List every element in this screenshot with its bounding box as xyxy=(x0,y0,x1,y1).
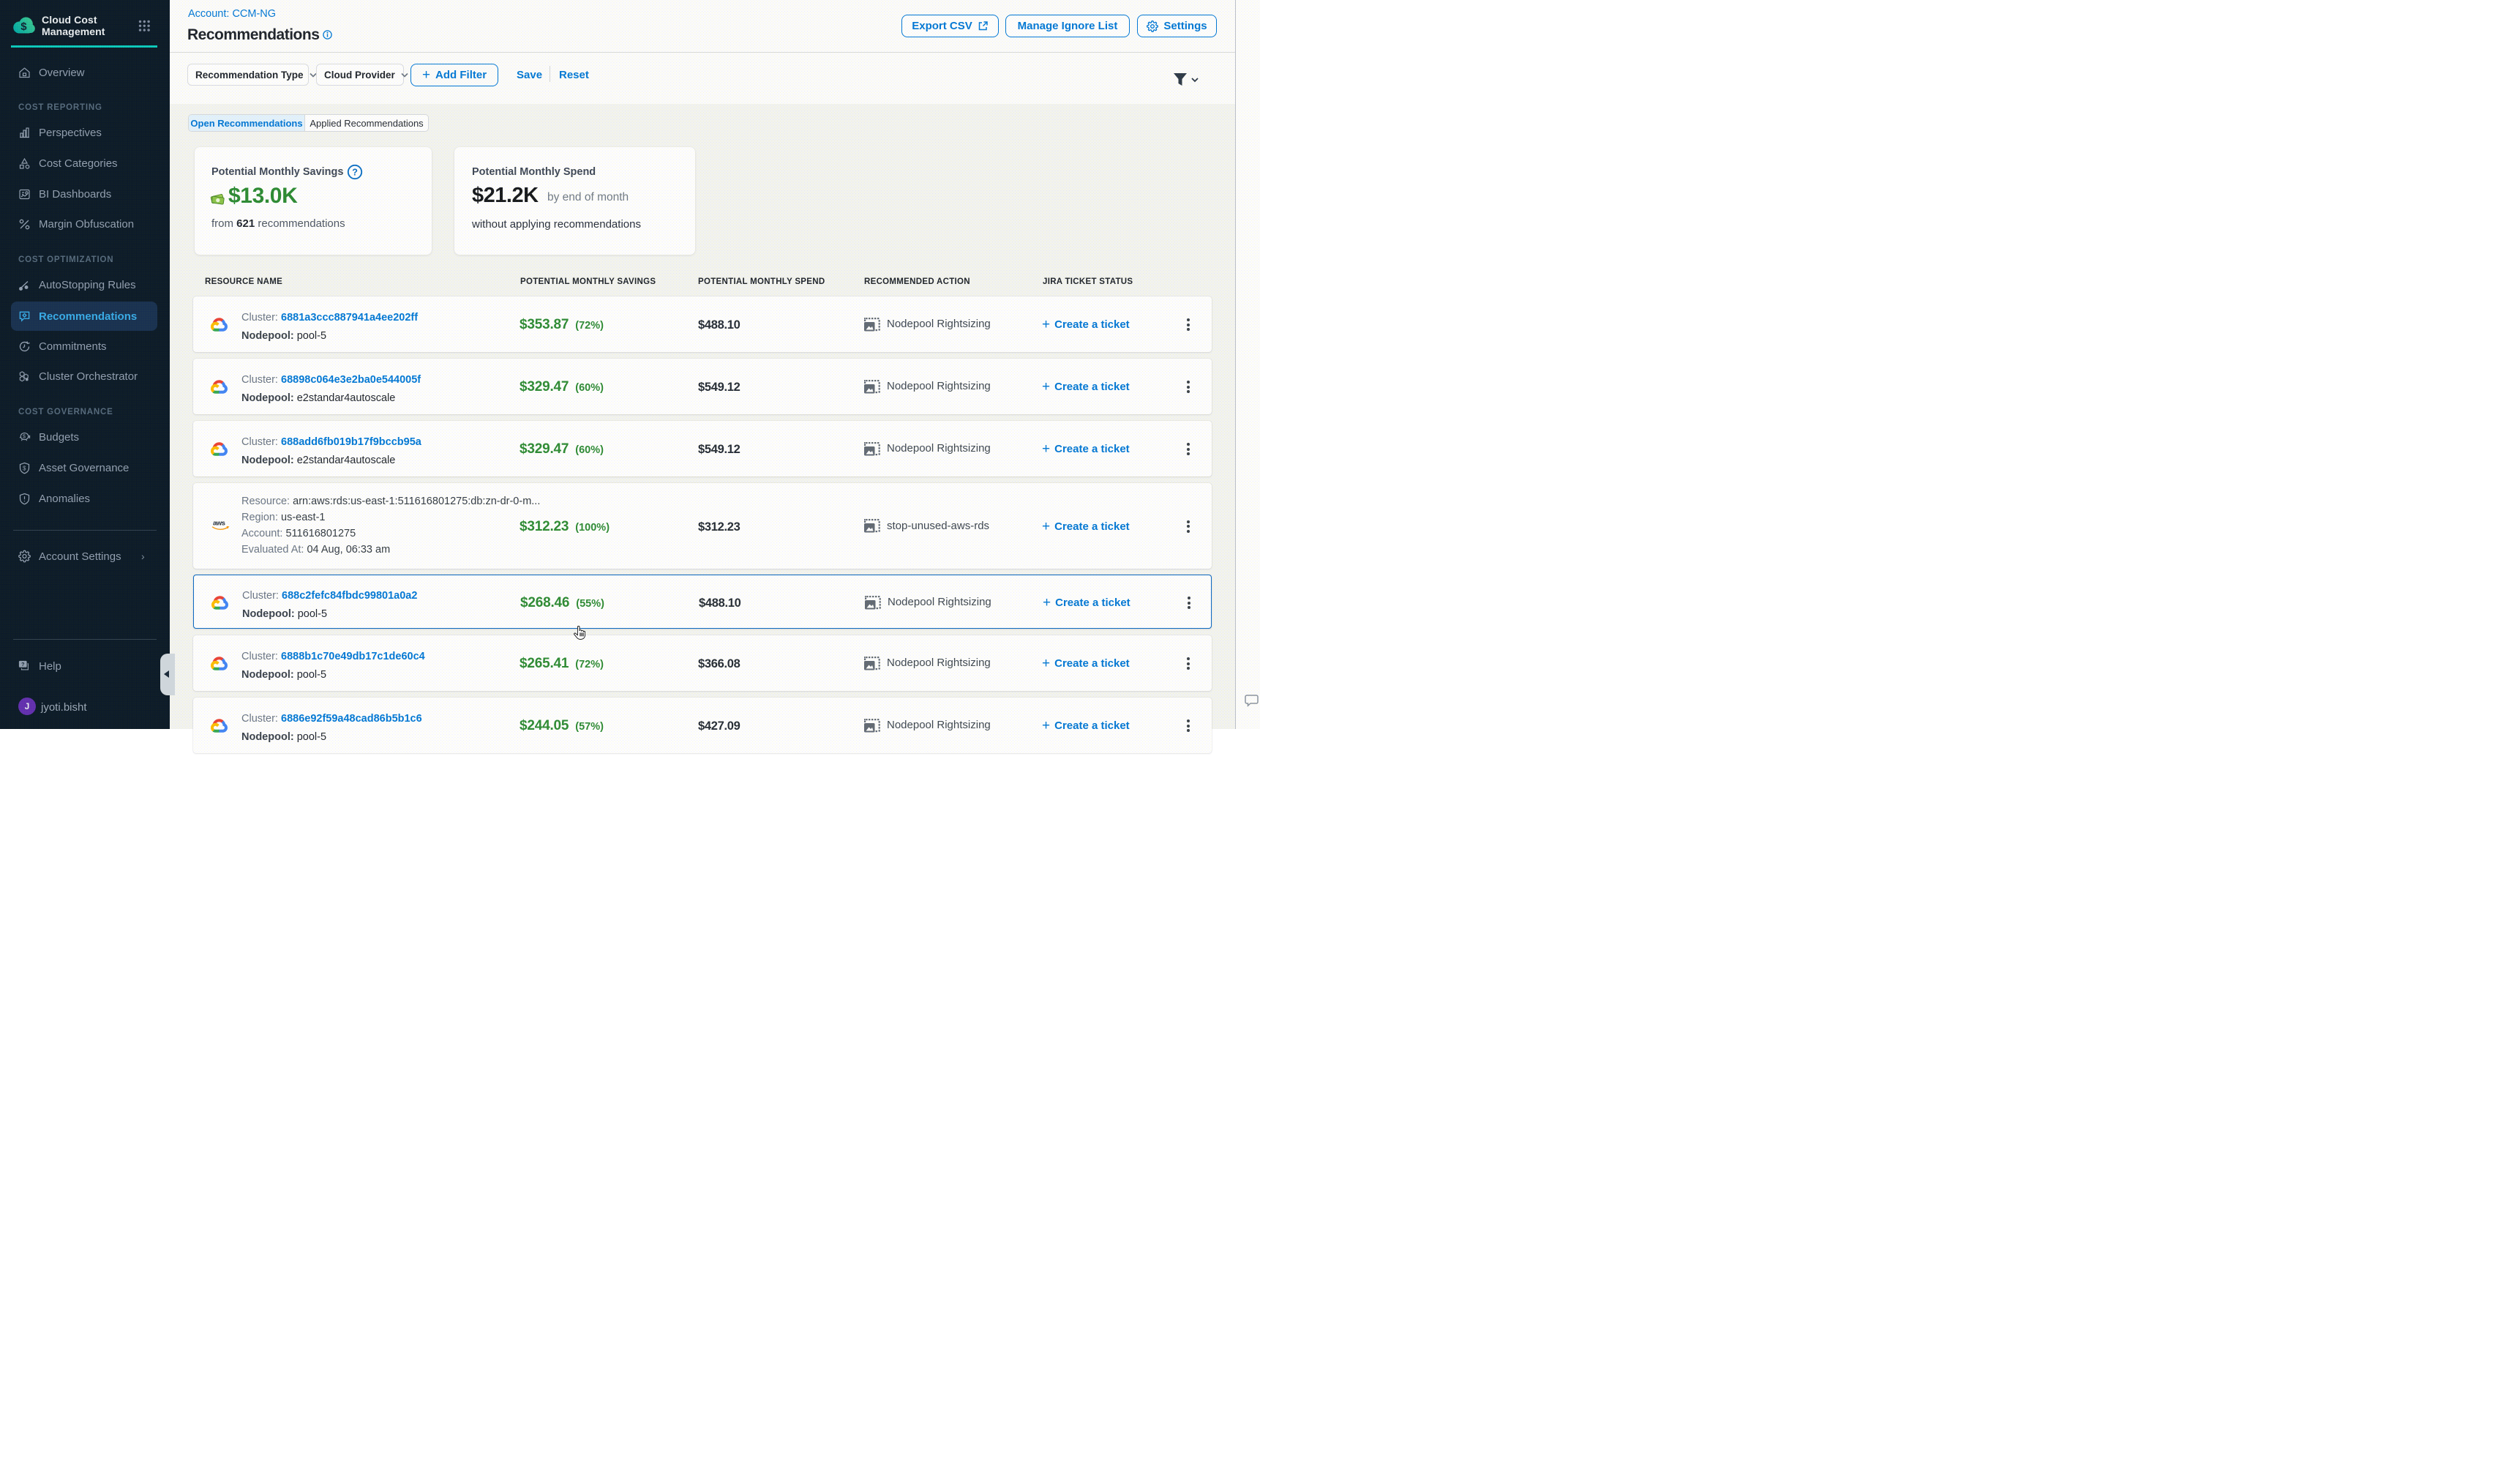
svg-text:$: $ xyxy=(23,465,26,471)
svg-text:aws: aws xyxy=(213,519,225,527)
svg-text:?: ? xyxy=(21,662,24,668)
svg-text:?: ? xyxy=(352,168,358,178)
svg-text:$: $ xyxy=(23,434,26,440)
svg-text:$: $ xyxy=(20,20,27,33)
